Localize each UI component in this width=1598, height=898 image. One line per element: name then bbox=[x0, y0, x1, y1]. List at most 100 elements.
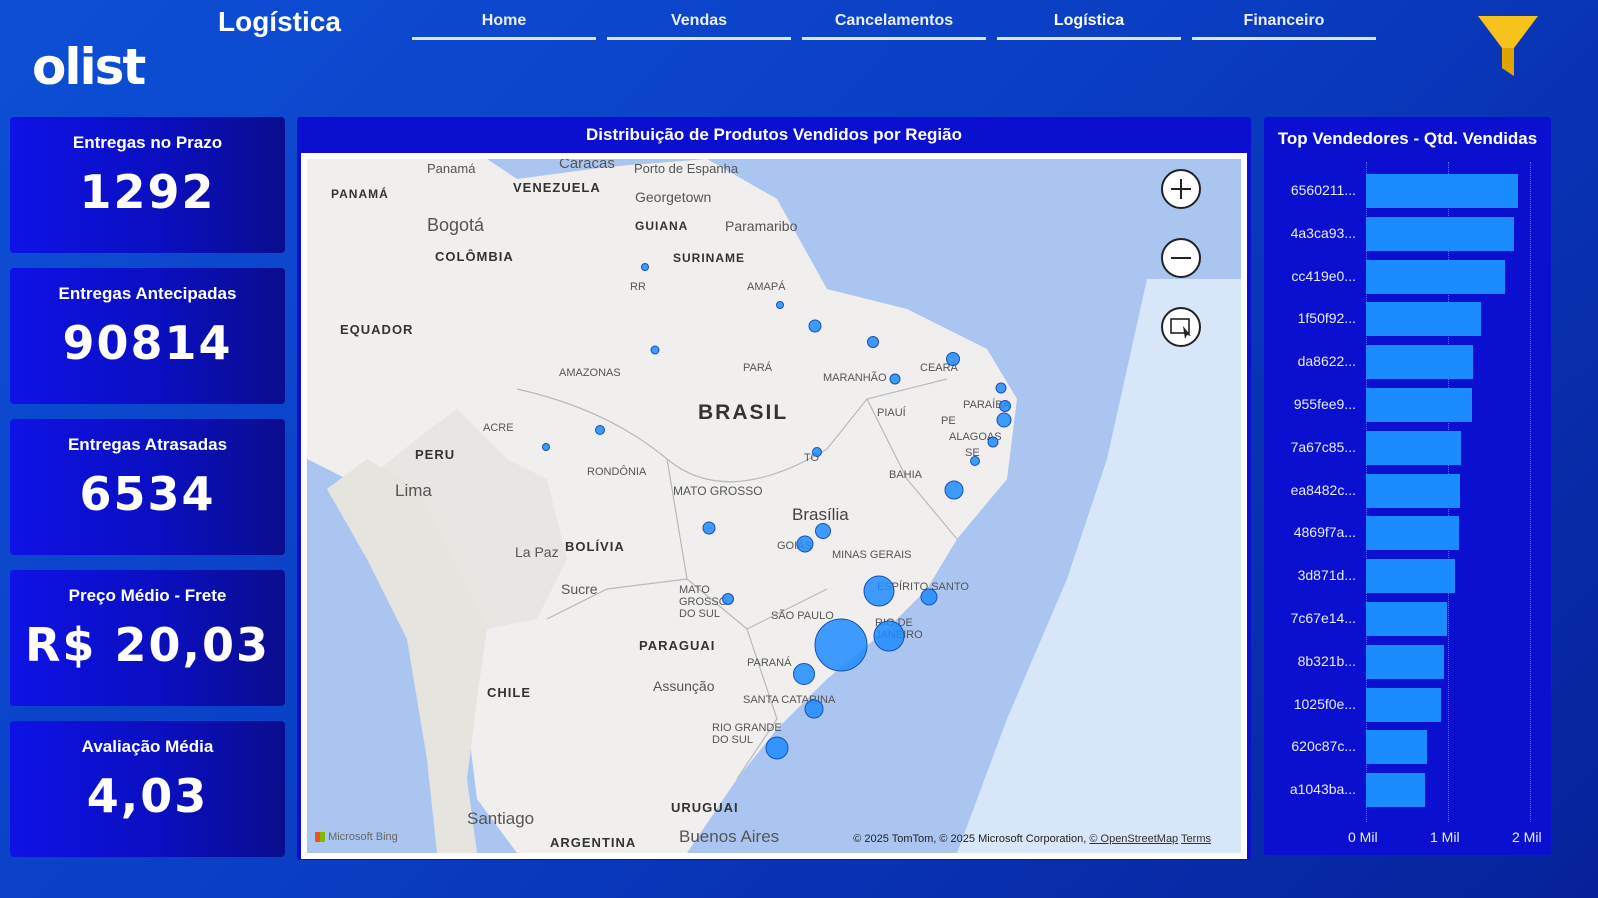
seller-bar[interactable] bbox=[1366, 302, 1481, 337]
olist-logo: olist bbox=[32, 38, 146, 96]
osm-link[interactable]: © OpenStreetMap bbox=[1089, 833, 1178, 845]
nav-vendas[interactable]: Vendas bbox=[607, 8, 791, 40]
region-bubble bbox=[944, 480, 964, 500]
attribution-text: © 2025 TomTom, © 2025 Microsoft Corporat… bbox=[853, 833, 1087, 845]
zoom-out-button[interactable] bbox=[1161, 238, 1201, 278]
select-area-icon bbox=[1170, 318, 1191, 339]
axis-tick-label: 0 Mil bbox=[1348, 829, 1378, 845]
kpi-card-late: Entregas Atrasadas 6534 bbox=[10, 419, 285, 555]
seller-bar[interactable] bbox=[1366, 602, 1448, 636]
seller-label: 955fee9... bbox=[1293, 396, 1356, 412]
region-bubble bbox=[814, 618, 868, 672]
seller-bar[interactable] bbox=[1366, 687, 1442, 722]
region-bubble bbox=[970, 456, 980, 466]
region-bubble bbox=[776, 301, 784, 309]
region-bubble bbox=[595, 425, 605, 435]
seller-bar[interactable] bbox=[1366, 473, 1461, 508]
select-area-button[interactable] bbox=[1161, 307, 1201, 347]
region-bubble bbox=[722, 593, 734, 605]
kpi-value: 6534 bbox=[79, 467, 216, 521]
nav-cancelamentos[interactable]: Cancelamentos bbox=[802, 8, 986, 40]
seller-label: a1043ba... bbox=[1289, 781, 1356, 798]
seller-bar[interactable] bbox=[1366, 516, 1459, 551]
kpi-card-early: Entregas Antecipadas 90814 bbox=[10, 268, 285, 404]
region-bubble bbox=[796, 535, 814, 553]
seller-bar[interactable] bbox=[1366, 730, 1427, 765]
zoom-out-icon bbox=[1171, 257, 1191, 259]
kpi-value: 90814 bbox=[62, 316, 233, 370]
region-bubble bbox=[946, 352, 960, 366]
region-bubble bbox=[765, 736, 789, 760]
seller-label: 4a3ca93... bbox=[1290, 224, 1356, 241]
kpi-label: Entregas no Prazo bbox=[72, 133, 223, 152]
seller-bar[interactable] bbox=[1366, 430, 1462, 465]
seller-label: 8b321b... bbox=[1297, 652, 1356, 669]
top-sellers-panel: Top Vendedores - Qtd. Vendidas 0 Mil 1 Mi… bbox=[1264, 117, 1551, 855]
kpi-value: 4,03 bbox=[86, 769, 209, 823]
kpi-value: 1292 bbox=[79, 165, 216, 219]
region-bubble bbox=[650, 345, 660, 355]
kpi-card-on-time: Entregas no Prazo 1292 bbox=[10, 117, 285, 253]
region-bubbles bbox=[542, 263, 1012, 760]
region-bubble bbox=[863, 575, 895, 607]
region-bubble bbox=[987, 436, 999, 448]
kpi-card-freight: Preço Médio - Frete R$ 20,03 bbox=[10, 570, 285, 706]
kpi-label: Avaliação Média bbox=[81, 737, 214, 756]
nav-home[interactable]: Home bbox=[412, 8, 596, 40]
seller-bar[interactable] bbox=[1366, 345, 1474, 380]
region-bubble bbox=[889, 373, 901, 385]
gridline bbox=[1530, 162, 1531, 822]
axis-tick-label: 1 Mil bbox=[1430, 829, 1460, 845]
seller-bar[interactable] bbox=[1366, 216, 1514, 251]
region-bubble bbox=[996, 412, 1012, 428]
seller-label: 6560211... bbox=[1290, 182, 1356, 198]
seller-bar[interactable] bbox=[1366, 174, 1518, 208]
region-bubble bbox=[641, 263, 649, 271]
region-bubble bbox=[812, 447, 822, 457]
seller-bar[interactable] bbox=[1366, 388, 1472, 422]
terms-link[interactable]: Terms bbox=[1181, 833, 1211, 845]
kpi-label: Preço Médio - Frete bbox=[68, 586, 227, 605]
zoom-in-button[interactable] bbox=[1161, 169, 1201, 209]
seller-bar[interactable] bbox=[1366, 559, 1455, 594]
region-bubble bbox=[867, 336, 879, 348]
funnel-icon[interactable] bbox=[1478, 14, 1538, 80]
region-bubble bbox=[920, 588, 938, 606]
seller-label: 7a67c85... bbox=[1290, 438, 1356, 455]
region-bubble bbox=[808, 319, 822, 333]
kpi-label: Entregas Atrasadas bbox=[67, 435, 228, 454]
map-canvas[interactable]: Panamá PANAMÁ Caracas Porto de Espanha V… bbox=[307, 159, 1241, 853]
region-bubble bbox=[804, 699, 824, 719]
seller-label: 4869f7a... bbox=[1293, 524, 1356, 541]
microsoft-logo-icon bbox=[315, 832, 325, 843]
kpi-value: R$ 20,03 bbox=[25, 618, 270, 672]
seller-bar[interactable] bbox=[1366, 644, 1444, 679]
top-sellers-chart: 0 Mil 1 Mil 2 Mil 6560211... 4a3ca93... cc419… bbox=[1264, 117, 1551, 855]
map-panel: Distribuição de Produtos Vendidos por Re… bbox=[297, 117, 1251, 860]
seller-bar[interactable] bbox=[1366, 259, 1506, 294]
zoom-in-icon bbox=[1171, 179, 1191, 199]
region-bubble bbox=[702, 521, 716, 535]
axis-tick-label: 2 Mil bbox=[1512, 829, 1542, 845]
region-bubble bbox=[995, 382, 1007, 394]
seller-label: 620c87c... bbox=[1291, 738, 1356, 755]
map-frame: Panamá PANAMÁ Caracas Porto de Espanha V… bbox=[301, 153, 1247, 859]
map-attribution: © 2025 TomTom, © 2025 Microsoft Corporat… bbox=[853, 833, 1211, 845]
kpi-card-rating: Avaliação Média 4,03 bbox=[10, 721, 285, 857]
seller-label: 7c67e14... bbox=[1290, 610, 1356, 626]
seller-bar[interactable] bbox=[1366, 773, 1426, 808]
seller-label: cc419e0... bbox=[1291, 267, 1356, 284]
nav-financeiro[interactable]: Financeiro bbox=[1192, 8, 1376, 40]
kpi-label: Entregas Antecipadas bbox=[58, 284, 237, 303]
seller-label: 3d871d... bbox=[1297, 567, 1356, 584]
region-bubble bbox=[542, 443, 550, 451]
region-bubble bbox=[999, 400, 1011, 412]
region-bubble bbox=[873, 620, 905, 652]
seller-label: ea8482c... bbox=[1290, 481, 1356, 498]
region-bubble bbox=[793, 663, 815, 685]
page-title: Logística bbox=[218, 6, 341, 37]
bing-label: Microsoft Bing bbox=[328, 831, 398, 843]
nav-logistica[interactable]: Logística bbox=[997, 8, 1181, 40]
map-title: Distribuição de Produtos Vendidos por Re… bbox=[586, 125, 962, 144]
seller-label: 1025f0e... bbox=[1293, 695, 1356, 712]
